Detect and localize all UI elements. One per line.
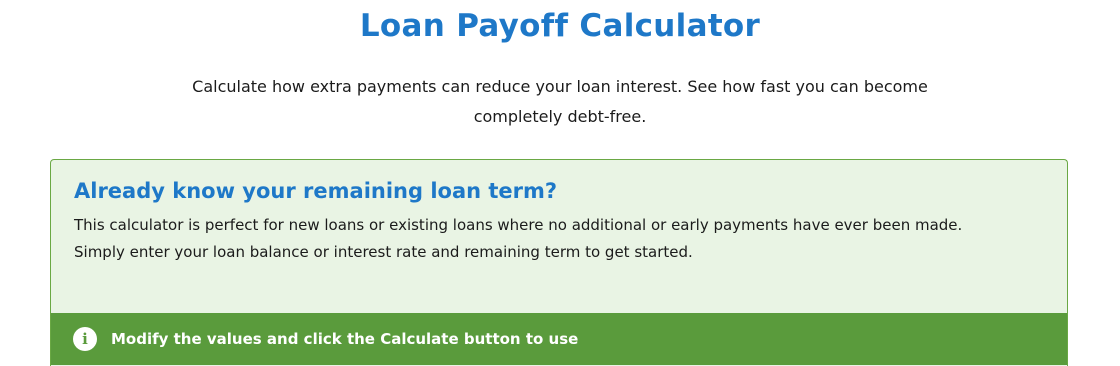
loan-term-info-box: Already know your remaining loan term? T… [50, 159, 1068, 366]
info-description: This calculator is perfect for new loans… [74, 212, 1044, 266]
page-intro: Calculate how extra payments can reduce … [140, 72, 980, 132]
info-text-line-1: This calculator is perfect for new loans… [74, 216, 963, 234]
notice-text: Modify the values and click the Calculat… [111, 330, 579, 348]
info-text-line-2: Simply enter your loan balance or intere… [74, 243, 693, 261]
info-heading: Already know your remaining loan term? [74, 179, 558, 203]
calculate-notice-bar: i Modify the values and click the Calcul… [51, 313, 1067, 365]
intro-line-2: completely debt-free. [473, 107, 647, 126]
intro-line-1: Calculate how extra payments can reduce … [192, 77, 928, 96]
info-icon: i [73, 327, 97, 351]
page-title: Loan Payoff Calculator [359, 8, 761, 44]
